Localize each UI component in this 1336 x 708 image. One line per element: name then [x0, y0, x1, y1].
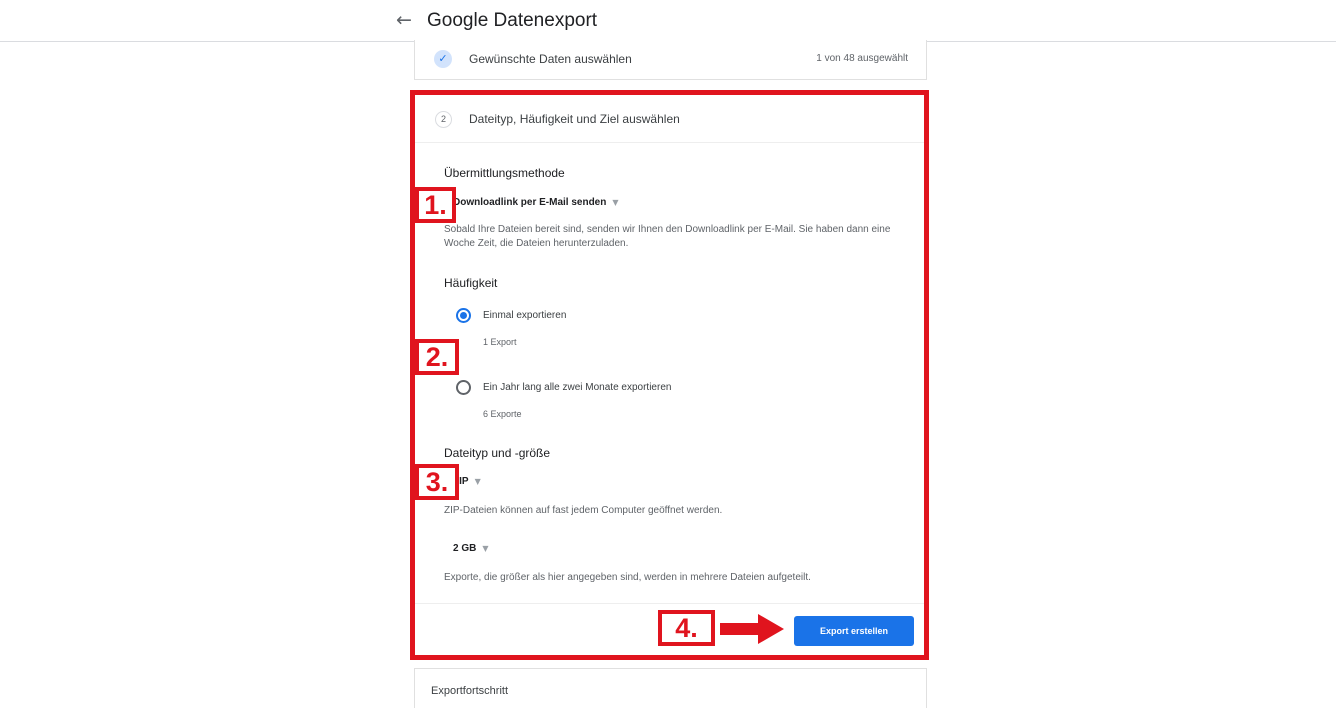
step-filetype-card: 2 Dateityp, Häufigkeit und Ziel auswähle… [414, 94, 927, 660]
filesize-dropdown[interactable]: 2 GB ▼ [453, 543, 489, 554]
annotation-marker-3: 3. [415, 464, 459, 500]
delivery-method-description: Sobald Ihre Dateien bereit sind, senden … [444, 224, 891, 249]
radio-export-bimonthly-sub: 6 Exporte [483, 409, 522, 419]
radio-export-bimonthly[interactable] [456, 380, 471, 395]
arrow-left-icon[interactable]: ← [396, 9, 412, 31]
step-select-data[interactable]: ✓ Gewünschte Daten auswählen 1 von 48 au… [414, 40, 927, 80]
selected-count: 1 von 48 ausgewählt [816, 53, 908, 64]
annotation-marker-2: 2. [415, 339, 459, 375]
page-title: Google Datenexport [427, 10, 598, 31]
step-filetype-header: 2 Dateityp, Häufigkeit und Ziel auswähle… [415, 95, 926, 143]
caret-down-icon: ▼ [482, 544, 489, 553]
delivery-method-dropdown[interactable]: Downloadlink per E-Mail senden ▼ [453, 197, 619, 208]
export-progress-label: Exportfortschritt [431, 685, 509, 697]
export-progress-section: Exportfortschritt [414, 668, 927, 708]
caret-down-icon: ▼ [474, 477, 481, 486]
delivery-method-title: Übermittlungsmethode [444, 166, 565, 180]
radio-export-once[interactable] [456, 308, 471, 323]
radio-export-once-label: Einmal exportieren [483, 310, 567, 321]
step-number: 2 [435, 111, 452, 128]
annotation-marker-1: 1. [415, 187, 456, 223]
top-bar: ← Google Datenexport [0, 0, 1336, 42]
export-create-button[interactable]: Export erstellen [794, 616, 914, 646]
filetype-title: Dateityp und -größe [444, 446, 551, 460]
frequency-title: Häufigkeit [444, 276, 498, 290]
step-select-data-label: Gewünschte Daten auswählen [469, 52, 632, 66]
radio-export-once-sub: 1 Export [483, 337, 517, 347]
radio-export-bimonthly-label: Ein Jahr lang alle zwei Monate exportier… [483, 382, 672, 393]
step-filetype-label: Dateityp, Häufigkeit und Ziel auswählen [469, 112, 680, 126]
filetype-description: ZIP-Dateien können auf fast jedem Comput… [444, 505, 723, 516]
filesize-description: Exporte, die größer als hier angegeben s… [444, 572, 811, 583]
arrow-right-icon [720, 614, 784, 644]
check-circle-icon: ✓ [434, 50, 452, 68]
annotation-marker-4: 4. [658, 610, 715, 646]
delivery-method-value: Downloadlink per E-Mail senden [453, 197, 607, 208]
caret-down-icon: ▼ [612, 198, 619, 207]
filesize-value: 2 GB [453, 543, 477, 554]
